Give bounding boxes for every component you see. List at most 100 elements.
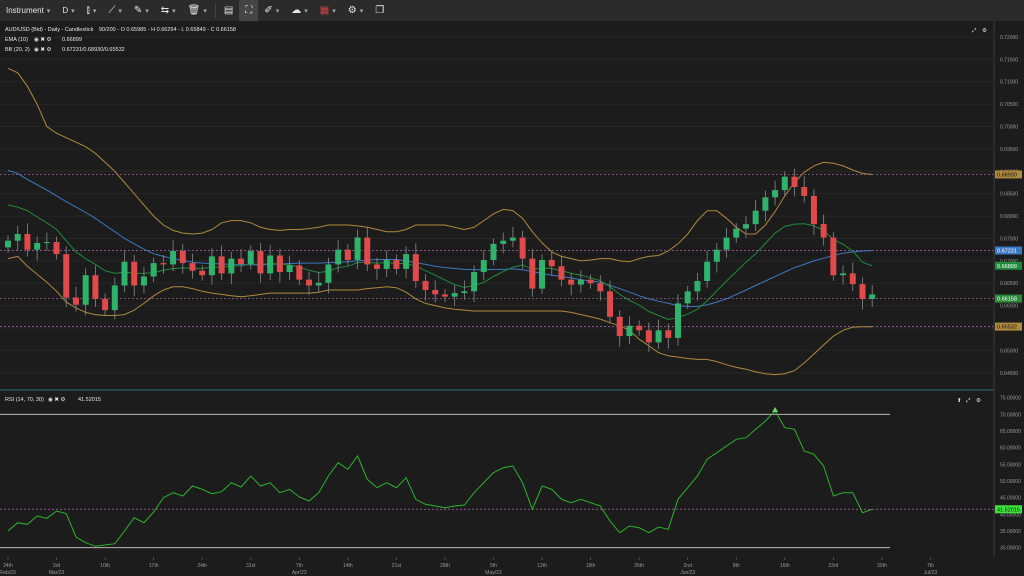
price-tick-label: 0.72000 xyxy=(1000,35,1018,41)
measure-button[interactable]: ✎ ▾ xyxy=(128,0,155,21)
candle-body xyxy=(403,254,410,269)
chevron-down-icon: ▾ xyxy=(46,7,51,15)
time-tick-label: 3rd xyxy=(53,563,60,569)
candle-body xyxy=(267,255,274,274)
candle-body xyxy=(208,256,215,276)
candle-body xyxy=(383,259,390,269)
candle-body xyxy=(306,279,313,286)
rsi-tick-label: 65.00000 xyxy=(1000,429,1021,435)
candle-body xyxy=(14,233,21,241)
drawing-tools-button[interactable]: ⟋ ▾ xyxy=(102,0,128,21)
eye-icon[interactable]: ◉ ✖ ⚙ xyxy=(34,46,51,53)
candle-body xyxy=(422,281,429,290)
gear-icon[interactable]: ⚙ xyxy=(976,397,981,404)
close-tag: 0.66158 xyxy=(997,297,1017,303)
settings-button[interactable]: ⚙ ▾ xyxy=(342,0,369,21)
gear-icon[interactable]: ⚙ xyxy=(982,27,987,34)
price-tick-label: 0.71500 xyxy=(1000,57,1018,63)
candle-body xyxy=(684,291,691,304)
expand-icon[interactable]: ⤢ xyxy=(972,28,977,34)
candle-body xyxy=(432,289,439,295)
time-tick-label: 5th xyxy=(490,563,497,569)
candle-body xyxy=(461,291,468,294)
candle-body xyxy=(810,195,817,225)
gear-icon: ⚙ xyxy=(347,5,357,16)
candle-body xyxy=(830,237,837,276)
candle-body xyxy=(82,275,89,305)
fullscreen-icon: ⛶ xyxy=(245,5,253,16)
candle-body xyxy=(801,186,808,196)
price-tick-label: 0.68500 xyxy=(1000,192,1018,198)
candle-body xyxy=(412,254,419,282)
chevron-down-icon: ▾ xyxy=(359,7,364,15)
price-tick-label: 0.69500 xyxy=(1000,147,1018,153)
candle-body xyxy=(131,261,138,286)
window-button[interactable]: ❐ xyxy=(369,0,390,21)
candle-body xyxy=(344,249,351,260)
time-tick-label: 2nd xyxy=(684,563,693,569)
candle-body xyxy=(539,259,546,289)
rsi-legend-value: 41.52015 xyxy=(78,397,101,403)
candle-body xyxy=(577,279,584,285)
language-button[interactable]: ▦ ▾ xyxy=(314,0,342,21)
weather-button[interactable]: ☁ ▾ xyxy=(285,0,314,21)
rsi-tick-label: 50.00000 xyxy=(1000,479,1021,485)
expand-icon[interactable]: ⤢ xyxy=(966,398,971,404)
rsi-tick-label: 55.00000 xyxy=(1000,462,1021,468)
candle-body xyxy=(111,285,118,311)
bb-middle-tag: 0.67231 xyxy=(997,249,1017,255)
candle-body xyxy=(723,237,730,250)
instrument-menu[interactable]: Instrument ▾ xyxy=(0,0,56,21)
candle-body xyxy=(441,294,448,297)
instrument-title: AUD/USD (Bid) - Daily - Candlestick xyxy=(5,27,94,33)
compare-button[interactable]: ⇆ ▾ xyxy=(155,0,182,21)
rsi-tick-label: 70.00000 xyxy=(1000,412,1021,418)
candle-body xyxy=(53,242,60,255)
candle-body xyxy=(354,237,361,260)
time-tick-label: 23rd xyxy=(828,563,838,569)
candle-body xyxy=(471,272,478,292)
window-icon: ❐ xyxy=(375,5,385,16)
candle-body xyxy=(102,298,109,311)
candle-body xyxy=(34,242,41,250)
move-up-icon[interactable]: ⬆ xyxy=(957,397,962,404)
fullscreen-button[interactable]: ⛶ xyxy=(239,0,259,21)
candle-body xyxy=(199,270,206,276)
candle-type-button[interactable]: ⫾ ▾ xyxy=(81,0,103,21)
trash-button[interactable]: 🗑 ▾ xyxy=(182,0,213,21)
candle-body xyxy=(626,325,633,337)
candle-body xyxy=(170,251,177,265)
timeframe-label: D xyxy=(62,6,69,15)
time-tick-label: 21st xyxy=(392,563,402,569)
chart-area[interactable]: 0.72000 0.71500 0.71000 0.70500 0.70000 0.695… xyxy=(0,21,1024,576)
candle-body xyxy=(296,265,303,280)
candle-body xyxy=(548,259,555,267)
eye-icon[interactable]: ◉ ✖ ⚙ xyxy=(48,396,65,403)
candle-body xyxy=(674,303,681,338)
candle-body xyxy=(616,316,623,337)
rsi-tick-label: 35.00000 xyxy=(1000,529,1021,535)
candle-body xyxy=(636,325,643,331)
pen-button[interactable]: ✐ ▾ xyxy=(258,0,285,21)
candle-body xyxy=(480,259,487,273)
candle-body xyxy=(781,176,788,191)
bb-legend-value: 0.67231/0.68930/0.65532 xyxy=(62,47,125,53)
bb-upper-tag: 0.68930 xyxy=(997,172,1017,178)
time-tick-label: 24th xyxy=(197,563,207,569)
price-tick-label: 0.70500 xyxy=(1000,102,1018,108)
candle-body xyxy=(587,279,594,284)
time-tick-label: 14th xyxy=(343,563,353,569)
timeframe-menu[interactable]: D ▾ xyxy=(56,0,80,21)
eye-icon[interactable]: ◉ ✖ ⚙ xyxy=(34,36,51,43)
candle-body xyxy=(286,265,293,273)
candle-body xyxy=(529,258,536,289)
candle-body xyxy=(558,266,565,280)
candle-body xyxy=(645,330,652,343)
candle-body xyxy=(257,251,264,274)
time-tick-label: 17th xyxy=(149,563,159,569)
trash-icon: 🗑 xyxy=(187,5,201,16)
panel-button[interactable]: ▤ xyxy=(218,0,239,21)
candle-body xyxy=(713,249,720,262)
candle-body xyxy=(228,258,235,274)
candle-body xyxy=(742,224,749,229)
